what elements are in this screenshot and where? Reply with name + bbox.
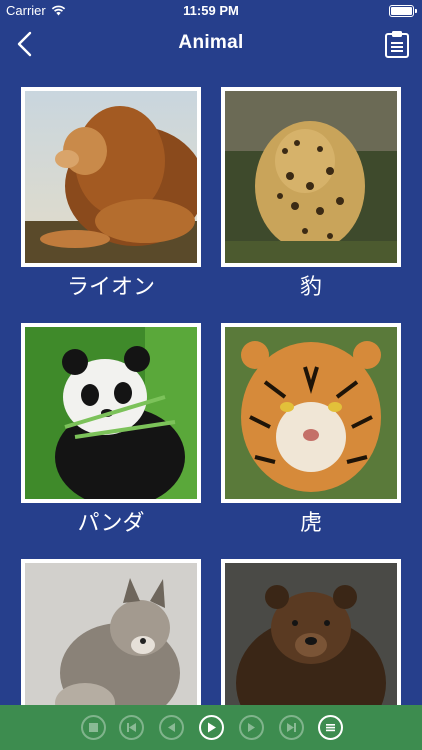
skip-forward-icon [287, 723, 296, 732]
wolf-photo [21, 559, 201, 706]
skip-back-icon [127, 723, 136, 732]
rewind-icon [168, 723, 175, 732]
list-icon [326, 724, 335, 732]
forward-button[interactable] [239, 715, 264, 740]
stop-button[interactable] [81, 715, 106, 740]
panda-photo [21, 323, 201, 503]
animal-label: 虎 [299, 511, 322, 536]
play-button[interactable] [199, 715, 224, 740]
page-title: Animal [178, 32, 244, 53]
play-icon [208, 722, 216, 733]
animal-label: ライオン [66, 275, 155, 300]
leopard-photo [221, 87, 401, 267]
forward-icon [248, 723, 255, 732]
animal-grid: ライオン 豹 パンダ 虎 [0, 66, 422, 706]
lion-photo [21, 87, 201, 267]
skip-back-button[interactable] [119, 715, 144, 740]
animal-card-lion[interactable]: ライオン [21, 87, 201, 303]
tiger-photo [221, 323, 401, 503]
rewind-button[interactable] [159, 715, 184, 740]
nav-bar: Animal [0, 22, 422, 66]
skip-forward-button[interactable] [279, 715, 304, 740]
list-button[interactable] [318, 715, 343, 740]
status-bar: Carrier 11:59 PM [0, 0, 422, 22]
bear-photo [221, 559, 401, 706]
animal-card-panda[interactable]: パンダ [21, 323, 201, 539]
animal-card-leopard[interactable]: 豹 [221, 87, 401, 303]
media-toolbar [0, 705, 422, 750]
battery-icon [389, 5, 417, 17]
animal-label: 豹 [299, 275, 322, 300]
animal-card-bear[interactable] [221, 559, 401, 706]
clipboard-icon [385, 31, 409, 58]
status-time: 11:59 PM [183, 3, 239, 18]
stop-icon [89, 723, 98, 732]
animal-card-tiger[interactable]: 虎 [221, 323, 401, 539]
animal-card-wolf[interactable] [21, 559, 201, 706]
animal-label: パンダ [77, 511, 145, 536]
clipboard-button[interactable] [384, 29, 410, 59]
